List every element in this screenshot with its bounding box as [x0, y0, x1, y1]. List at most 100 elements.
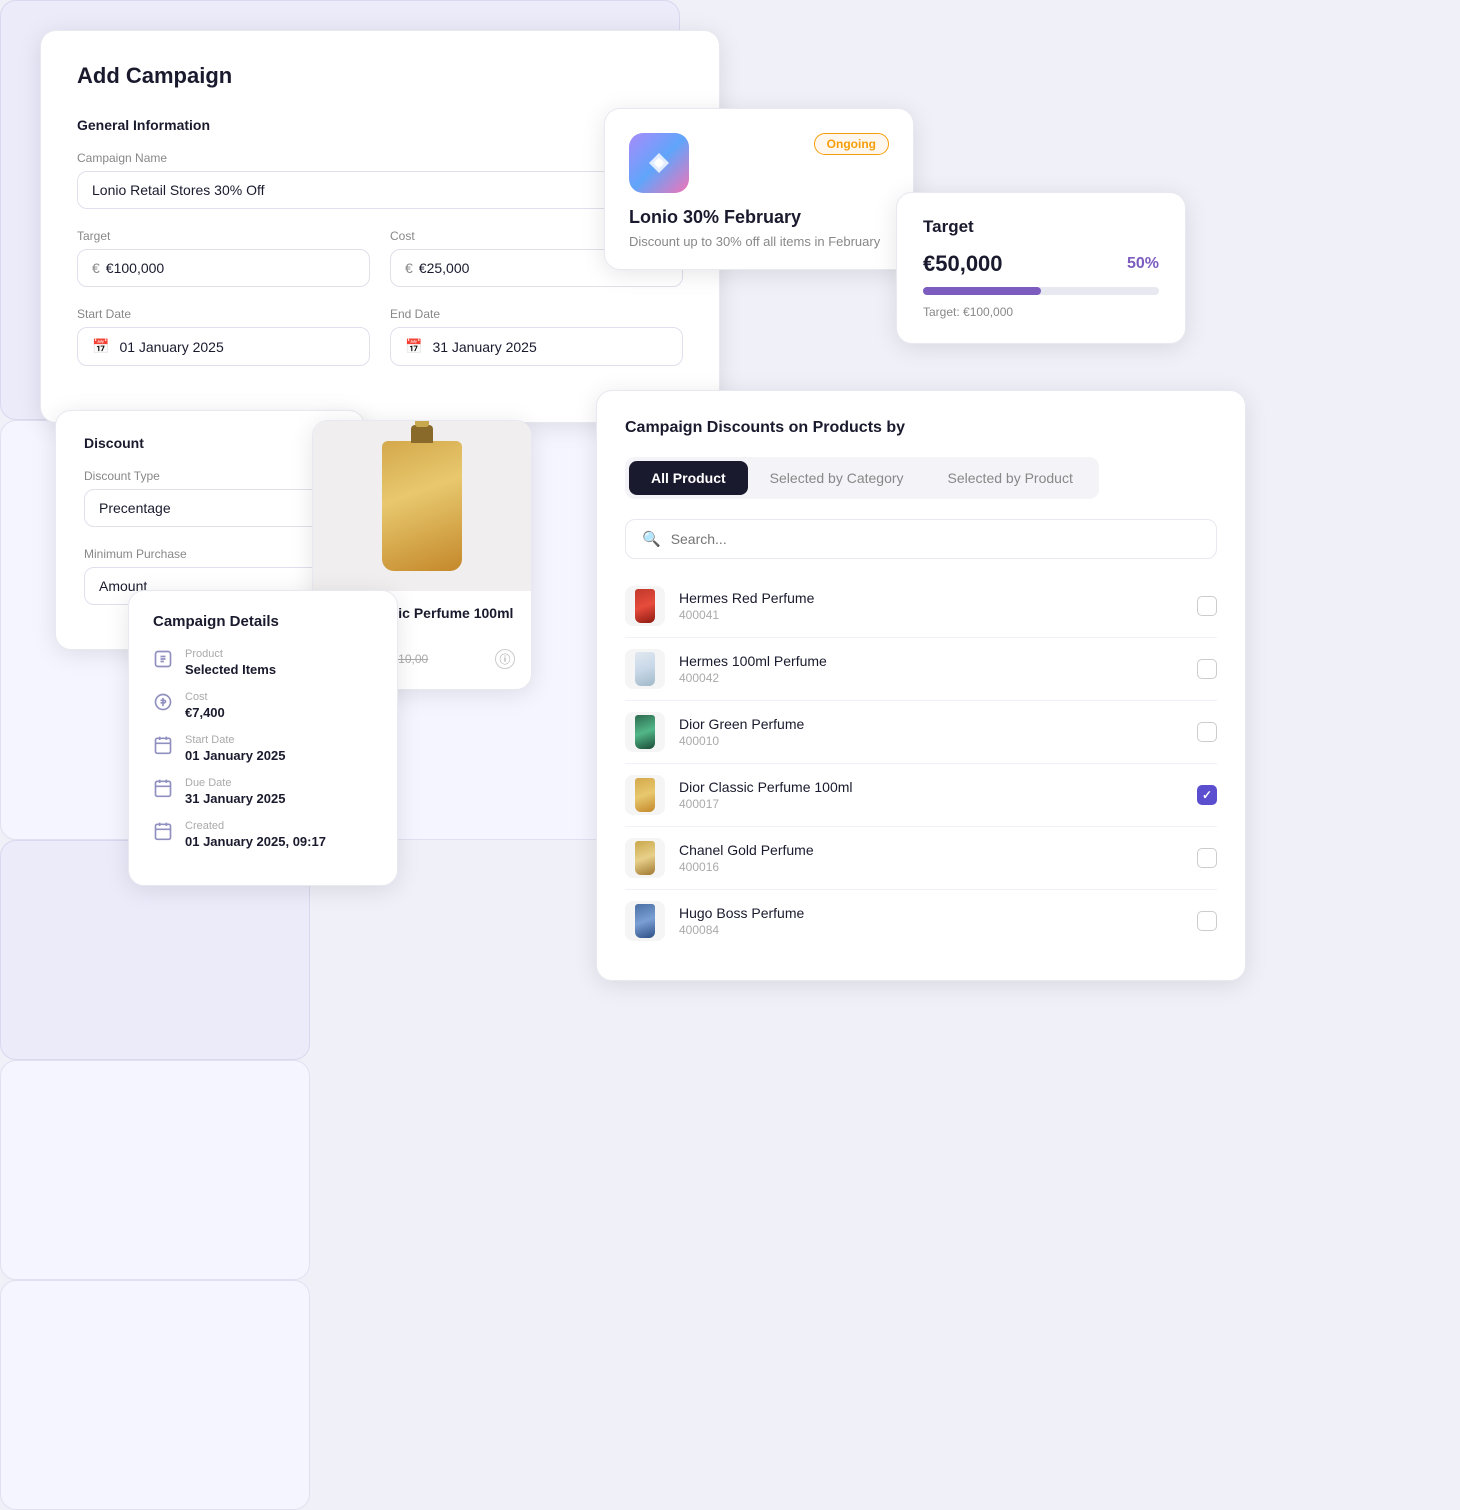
detail-cost-row: Cost €7,400 — [153, 691, 373, 720]
end-date-label: End Date — [390, 307, 683, 321]
target-card-title: Target — [923, 217, 1159, 237]
discount-type-input[interactable]: Precentage — [84, 489, 336, 527]
end-date-group: End Date 📅 31 January 2025 — [390, 307, 683, 366]
target-sub-label: Target: €100,000 — [923, 305, 1159, 319]
target-percentage: 50% — [1127, 255, 1159, 273]
discount-type-value: Precentage — [99, 500, 171, 516]
product-list-item: Hermes Red Perfume 400041 — [625, 575, 1217, 638]
progress-bar-background — [923, 287, 1159, 295]
product-info-icon[interactable]: ⓘ — [495, 649, 515, 669]
item-info: Dior Classic Perfume 100ml400017 — [679, 779, 1183, 811]
end-date-value: 31 January 2025 — [432, 339, 536, 355]
item-name: Hermes Red Perfume — [679, 590, 1183, 606]
target-card: Target €50,000 50% Target: €100,000 — [896, 192, 1186, 344]
product-list-item: Chanel Gold Perfume400016 — [625, 827, 1217, 890]
cost-value: €25,000 — [419, 260, 470, 276]
item-thumbnail — [625, 901, 665, 941]
item-sku: 400084 — [679, 923, 1183, 937]
target-euro: € — [92, 260, 100, 276]
item-sku: 400010 — [679, 734, 1183, 748]
product-list: Hermes Red Perfume 400041 Hermes 100ml Per… — [625, 575, 1217, 952]
item-sku: 400017 — [679, 797, 1183, 811]
product-list-item: Hugo Boss Perfume 400084 — [625, 890, 1217, 952]
product-search-box[interactable]: 🔍 — [625, 519, 1217, 559]
detail-created-label: Created — [185, 820, 326, 832]
tab-selected-by-product[interactable]: Selected by Product — [926, 461, 1095, 495]
start-date-icon — [153, 735, 175, 757]
detail-cost-value: €7,400 — [185, 705, 225, 720]
created-icon — [153, 821, 175, 843]
product-list-item: Hermes 100ml Perfume 400042 — [625, 638, 1217, 701]
start-date-value: 01 January 2025 — [119, 339, 223, 355]
progress-bar-fill — [923, 287, 1041, 295]
item-checkbox[interactable] — [1197, 659, 1217, 679]
detail-due-row: Due Date 31 January 2025 — [153, 777, 373, 806]
item-checkbox[interactable] — [1197, 785, 1217, 805]
start-date-group: Start Date 📅 01 January 2025 — [77, 307, 370, 366]
item-info: Hermes 100ml Perfume 400042 — [679, 653, 1183, 685]
campaign-name-input[interactable]: Lonio Retail Stores 30% Off — [77, 171, 683, 209]
detail-product-label: Product — [185, 648, 276, 660]
item-name: Chanel Gold Perfume — [679, 842, 1183, 858]
item-info: Hermes Red Perfume 400041 — [679, 590, 1183, 622]
campaign-name-group: Campaign Name Lonio Retail Stores 30% Of… — [77, 151, 683, 209]
end-date-input[interactable]: 📅 31 January 2025 — [390, 327, 683, 366]
detail-due-label: Due Date — [185, 777, 285, 789]
search-icon: 🔍 — [642, 530, 661, 548]
discount-back1 — [0, 1060, 310, 1280]
product-list-item: Dior Classic Perfume 100ml400017 — [625, 764, 1217, 827]
target-input[interactable]: € €100,000 — [77, 249, 370, 287]
campaign-details-title: Campaign Details — [153, 613, 373, 630]
target-label: Target — [77, 229, 370, 243]
due-date-icon — [153, 778, 175, 800]
calendar-icon-end: 📅 — [405, 338, 422, 355]
target-value: €100,000 — [106, 260, 164, 276]
detail-cost-label: Cost — [185, 691, 225, 703]
item-info: Hugo Boss Perfume 400084 — [679, 905, 1183, 937]
general-info-label: General Information — [77, 117, 683, 133]
campaign-status-badge: Ongoing — [814, 133, 889, 155]
product-image-area — [313, 421, 531, 591]
item-sku: 400041 — [679, 608, 1183, 622]
product-icon — [153, 649, 175, 671]
discount-type-label: Discount Type — [84, 469, 336, 483]
item-checkbox[interactable] — [1197, 596, 1217, 616]
discount-title: Discount — [84, 435, 336, 451]
item-checkbox[interactable] — [1197, 911, 1217, 931]
discount-type-group: Discount Type Precentage — [84, 469, 336, 527]
item-name: Hermes 100ml Perfume — [679, 653, 1183, 669]
target-amount: €50,000 — [923, 251, 1003, 277]
item-thumbnail — [625, 838, 665, 878]
item-thumbnail — [625, 586, 665, 626]
tab-all-product[interactable]: All Product — [629, 461, 748, 495]
calendar-icon-start: 📅 — [92, 338, 109, 355]
product-bottle-image — [382, 441, 462, 571]
target-group: Target € €100,000 — [77, 229, 370, 287]
cost-icon — [153, 692, 175, 714]
item-sku: 400042 — [679, 671, 1183, 685]
campaign-name-value: Lonio Retail Stores 30% Off — [92, 182, 265, 198]
item-checkbox[interactable] — [1197, 722, 1217, 742]
target-cost-row: Target € €100,000 Cost € €25,000 — [77, 229, 683, 307]
tab-selected-by-category[interactable]: Selected by Category — [748, 461, 926, 495]
item-thumbnail — [625, 649, 665, 689]
item-thumbnail — [625, 712, 665, 752]
target-amount-row: €50,000 50% — [923, 251, 1159, 277]
item-info: Chanel Gold Perfume400016 — [679, 842, 1183, 874]
campaign-popup-description: Discount up to 30% off all items in Febr… — [629, 234, 889, 249]
detail-created-value: 01 January 2025, 09:17 — [185, 834, 326, 849]
item-name: Dior Green Perfume — [679, 716, 1183, 732]
detail-product-row: Product Selected Items — [153, 648, 373, 677]
detail-start-value: 01 January 2025 — [185, 748, 285, 763]
item-thumbnail — [625, 775, 665, 815]
product-search-input[interactable] — [671, 531, 1200, 547]
campaign-popup-back — [0, 1280, 310, 1510]
item-checkbox[interactable] — [1197, 848, 1217, 868]
campaign-popup-name: Lonio 30% February — [629, 207, 889, 228]
start-date-input[interactable]: 📅 01 January 2025 — [77, 327, 370, 366]
item-name: Hugo Boss Perfume — [679, 905, 1183, 921]
popup-header: Ongoing — [629, 133, 889, 193]
start-date-label: Start Date — [77, 307, 370, 321]
campaign-name-label: Campaign Name — [77, 151, 683, 165]
discounts-title: Campaign Discounts on Products by — [625, 419, 1217, 437]
